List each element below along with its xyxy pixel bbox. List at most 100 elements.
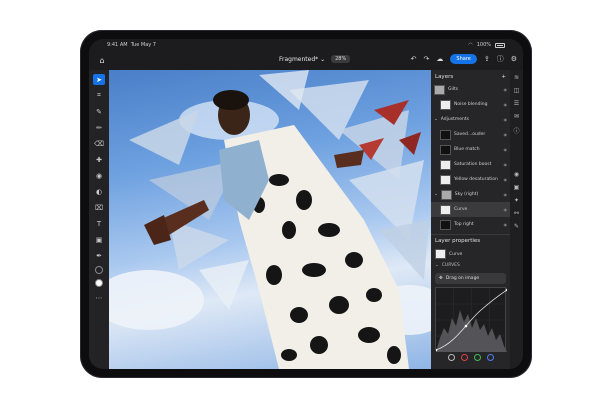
layer-row[interactable]: ⌄ Sky (right) ◉ — [431, 187, 510, 202]
healing-icon[interactable]: ✚ — [93, 154, 105, 165]
group-chevron-icon[interactable]: ⌄ — [434, 192, 438, 197]
layer-row[interactable]: Gilts ◉ — [431, 82, 510, 97]
layer-visibility-icon[interactable]: ◉ — [504, 222, 508, 227]
brush-icon[interactable]: ✏ — [93, 122, 105, 133]
layer-visibility-icon[interactable]: ◉ — [504, 162, 508, 167]
link-icon[interactable]: ⚯ — [514, 210, 519, 217]
layer-name: Saturation boost — [454, 162, 492, 167]
clone-icon[interactable]: ◉ — [93, 170, 105, 181]
layer-row[interactable]: ⌄ Adjustments ◉ — [431, 112, 510, 127]
curves-graph[interactable] — [434, 287, 509, 352]
properties-icon[interactable]: ◫ — [514, 87, 520, 94]
settings-icon[interactable]: ⚙ — [511, 55, 517, 63]
foreground-color-swatch[interactable] — [95, 266, 103, 274]
layer-visibility-icon[interactable]: ◉ — [504, 192, 508, 197]
layer-row[interactable]: Saturation boost ◉ — [431, 157, 510, 172]
status-bar: 9:41 AM Tue May 7 ◠ 100% — [89, 39, 523, 51]
add-layer-icon[interactable]: + — [501, 74, 506, 80]
info-icon[interactable]: ⓘ — [513, 126, 519, 135]
cloud-icon[interactable]: ☁ — [436, 55, 443, 63]
layer-row[interactable]: Top right ◉ — [431, 217, 510, 232]
layer-visibility-icon[interactable]: ◉ — [504, 207, 508, 212]
channel-selector — [431, 354, 510, 361]
layer-name: Saved...ouder — [454, 132, 486, 137]
properties-header: Layer properties — [431, 234, 510, 247]
layer-visibility-icon[interactable]: ◉ — [504, 147, 508, 152]
layer-visibility-icon[interactable]: ◉ — [504, 102, 508, 107]
drag-on-image-label: Drag on image — [445, 276, 480, 281]
layer-visibility-icon[interactable]: ◉ — [504, 177, 508, 182]
tool-bar: ➤ ⌗ ✎ ✏ ⌫ ✚ ◉ ◐ ⌧ T ▣ ✒ ⋯ — [89, 70, 109, 369]
curves-section[interactable]: ⌄ CURVES — [431, 261, 510, 270]
battery-icon — [495, 42, 505, 48]
layer-name: Blue match — [454, 147, 480, 152]
share-button[interactable]: Share — [450, 54, 477, 64]
adjust-icon[interactable]: ◐ — [93, 186, 105, 197]
fragmented-artwork-image — [109, 70, 431, 369]
layer-list: Gilts ◉ Noise blending ◉ ⌄ Adjustments ◉ Saved.… — [431, 82, 510, 232]
layer-thumbnail — [440, 129, 451, 140]
quick-select-icon[interactable]: ✎ — [93, 106, 105, 117]
brush-settings-icon[interactable]: ✎ — [514, 223, 519, 230]
battery-percent: 100% — [476, 42, 491, 48]
status-date: Tue May 7 — [130, 42, 156, 48]
visibility-icon[interactable]: ◉ — [514, 171, 519, 178]
layer-thumbnail — [440, 144, 451, 155]
channel-red-button[interactable] — [460, 354, 468, 361]
layer-name: Noise blending — [454, 102, 488, 107]
more-icon[interactable]: ⋯ — [93, 292, 105, 303]
layer-visibility-icon[interactable]: ◉ — [504, 132, 508, 137]
layer-thumbnail — [440, 99, 451, 110]
layer-name: Curve — [454, 207, 468, 212]
channel-green-button[interactable] — [473, 354, 481, 361]
group-chevron-icon[interactable]: ⌄ — [434, 117, 438, 122]
layer-thumbnail — [434, 84, 445, 95]
crop-icon[interactable]: ⌧ — [93, 202, 105, 213]
redo-icon[interactable]: ↷ — [424, 55, 430, 63]
layer-row[interactable]: Curve ◉ — [431, 202, 510, 217]
channel-rgb-button[interactable] — [447, 354, 455, 361]
layer-row[interactable]: Saved...ouder ◉ — [431, 127, 510, 142]
layers-panel: Layers + Gilts ◉ Noise blending ◉ ⌄ Adjustmen… — [431, 70, 510, 369]
document-title-area[interactable]: Fragmented* ⌄ 28% — [279, 55, 351, 63]
layer-thumbnail — [440, 219, 451, 230]
fill-icon[interactable]: ▣ — [93, 234, 105, 245]
select-icon[interactable]: ➤ — [93, 74, 105, 85]
layer-thumbnail — [440, 159, 451, 170]
help-icon[interactable]: ⓘ — [497, 54, 504, 64]
eyedropper-icon[interactable]: ✒ — [93, 250, 105, 261]
curves-label: CURVES — [441, 263, 460, 268]
top-toolbar: ⌂ Fragmented* ⌄ 28% ↶ ↷ ☁ Share ⇪ ⓘ ⚙ — [89, 51, 523, 70]
layer-name: Yellow desaturation — [454, 177, 498, 182]
undo-icon[interactable]: ↶ — [411, 55, 417, 63]
eraser-icon[interactable]: ⌫ — [93, 138, 105, 149]
chevron-down-icon: ⌄ — [435, 263, 439, 268]
layer-name: Gilts — [448, 87, 459, 92]
layers-stack-icon[interactable]: ≋ — [514, 74, 519, 81]
share-icon[interactable]: ⇪ — [484, 55, 490, 63]
type-icon[interactable]: T — [93, 218, 105, 229]
layer-visibility-icon[interactable]: ◉ — [504, 87, 508, 92]
layer-row[interactable]: Noise blending ◉ — [431, 97, 510, 112]
comments-icon[interactable]: ✉ — [514, 113, 519, 120]
adjustments-icon[interactable]: ☰ — [514, 100, 519, 107]
layer-row[interactable]: Yellow desaturation ◉ — [431, 172, 510, 187]
layer-thumbnail — [440, 174, 451, 185]
properties-layer-row: Curve — [431, 247, 510, 261]
drag-on-image-button[interactable]: ✥ Drag on image — [435, 273, 506, 284]
layer-visibility-icon[interactable]: ◉ — [504, 117, 508, 122]
lasso-icon[interactable]: ⌗ — [93, 90, 105, 101]
zoom-level[interactable]: 28% — [331, 55, 351, 63]
layer-name: Top right — [454, 222, 474, 227]
mask-icon[interactable]: ▣ — [514, 184, 520, 191]
home-icon[interactable]: ⌂ — [95, 54, 109, 68]
fx-icon[interactable]: ✦ — [514, 197, 519, 204]
right-panel-bar: ≋ ◫ ☰ ✉ ⓘ ◉ ▣ ✦ ⚯ ✎ — [510, 70, 523, 369]
channel-blue-button[interactable] — [486, 354, 494, 361]
layer-row[interactable]: Blue match ◉ — [431, 142, 510, 157]
wifi-icon: ◠ — [468, 42, 473, 48]
background-color-swatch[interactable] — [95, 279, 103, 287]
layer-thumbnail — [440, 189, 452, 200]
app-screen: 9:41 AM Tue May 7 ◠ 100% ⌂ Fragmented* ⌄… — [89, 39, 523, 369]
image-canvas[interactable] — [109, 70, 431, 369]
